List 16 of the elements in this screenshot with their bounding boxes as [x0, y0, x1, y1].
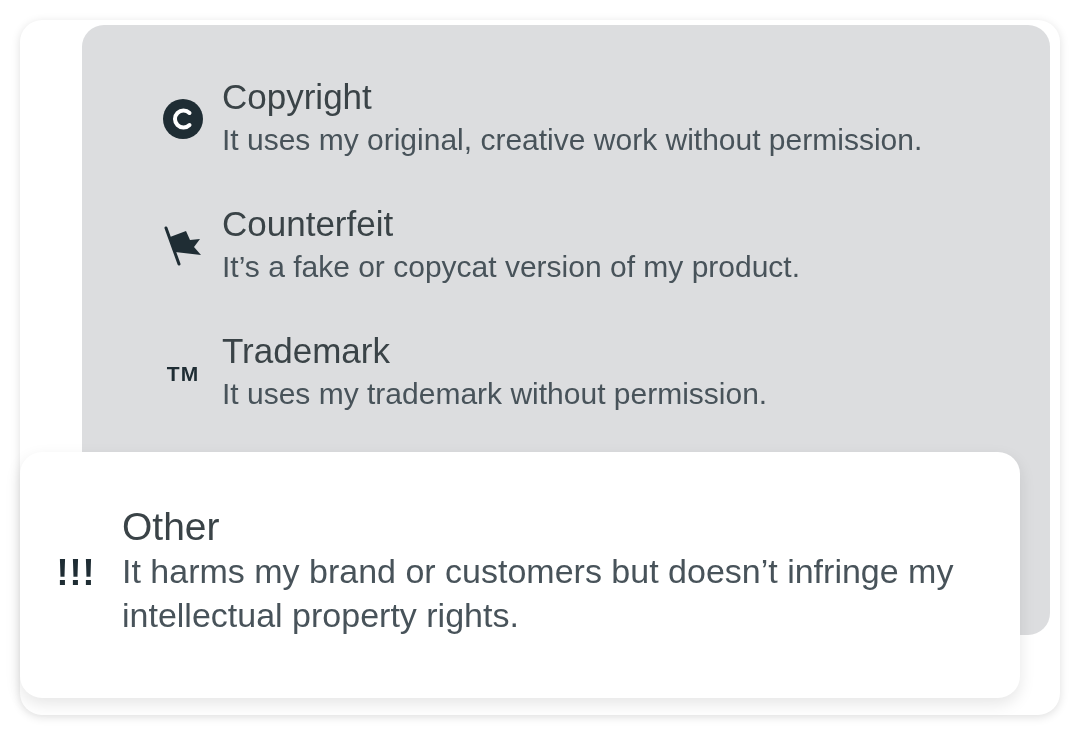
option-description: It uses my original, creative work without permission.: [222, 122, 923, 158]
trademark-icon: TM: [166, 362, 200, 384]
option-title: Trademark: [222, 330, 390, 372]
flag-icon: [164, 226, 202, 266]
option-description: It uses my trademark without permission.: [222, 376, 768, 412]
option-card[interactable]: !!! Other It harms my brand or customers but doesn’t infringe my intellectual property rights.: [20, 452, 1020, 698]
option-description: It’s a fake or copycat version of my product.: [222, 249, 801, 285]
exclamation-icon: !!!: [56, 554, 96, 591]
option-item[interactable]: Counterfeit It’s a fake or copycat version of my product.: [82, 203, 1050, 289]
option-description: It harms my brand or customers but doesn’t infringe my intellectual property rights.: [122, 551, 955, 636]
option-item[interactable]: TM Trademark It uses my trademark without permission.: [82, 330, 1050, 416]
option-title: Counterfeit: [222, 203, 394, 245]
copyright-icon: [163, 99, 203, 139]
option-title: Other: [122, 505, 220, 549]
option-title: Copyright: [222, 76, 372, 118]
option-item[interactable]: Copyright It uses my original, creative work without permission.: [82, 76, 1050, 162]
